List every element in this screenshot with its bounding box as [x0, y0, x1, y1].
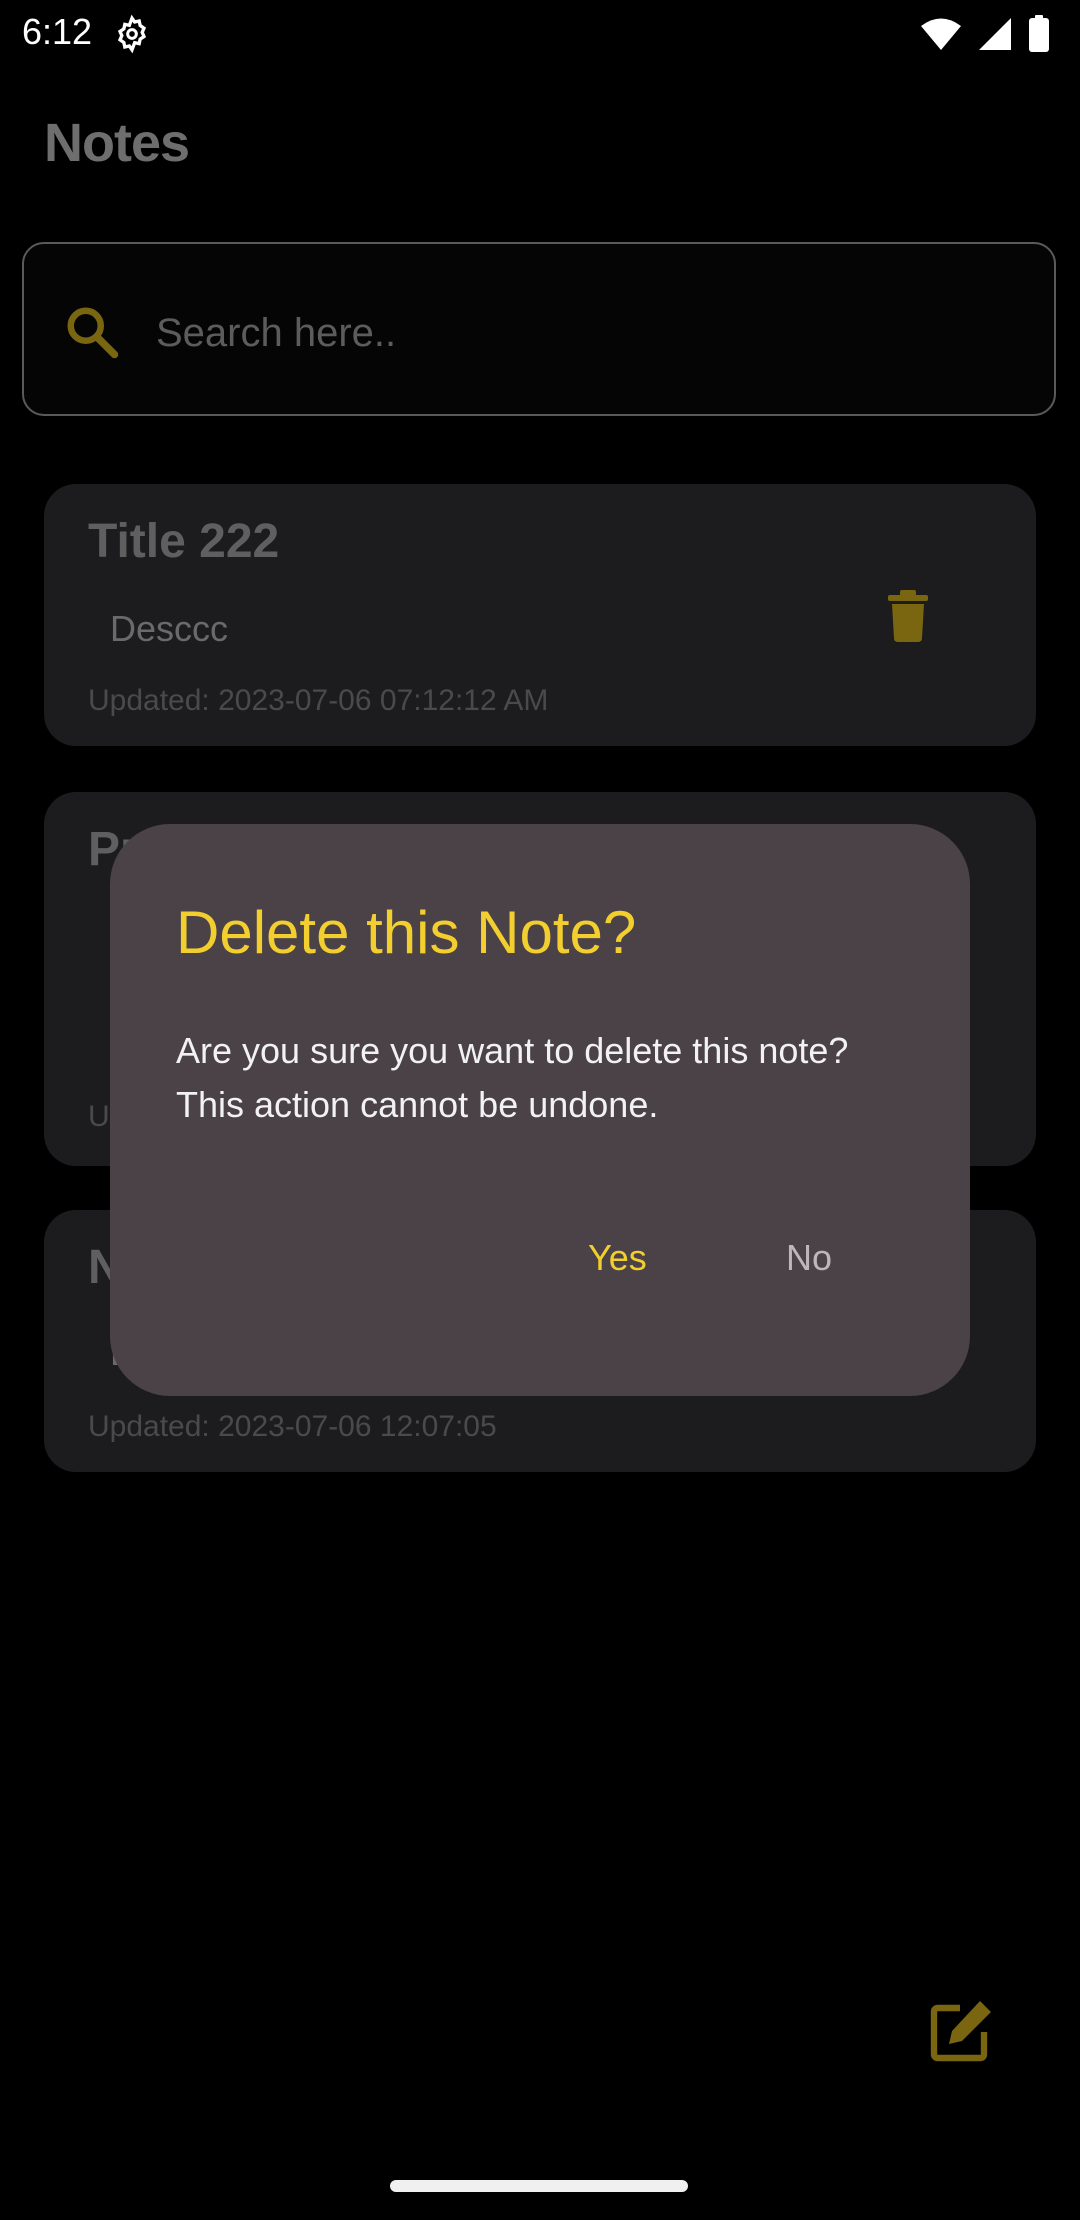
dialog-title: Delete this Note? — [176, 899, 637, 966]
notes-screen: 6:12 Notes Title 222 Desc — [0, 0, 1080, 2220]
delete-confirm-dialog: Delete this Note? Are you sure you want … — [110, 824, 970, 1396]
dialog-message: Are you sure you want to delete this not… — [176, 1030, 849, 1125]
no-button[interactable]: No — [766, 1228, 852, 1288]
yes-button[interactable]: Yes — [568, 1228, 667, 1288]
gesture-nav-handle[interactable] — [390, 2180, 688, 2192]
edit-icon[interactable] — [930, 1998, 994, 2062]
